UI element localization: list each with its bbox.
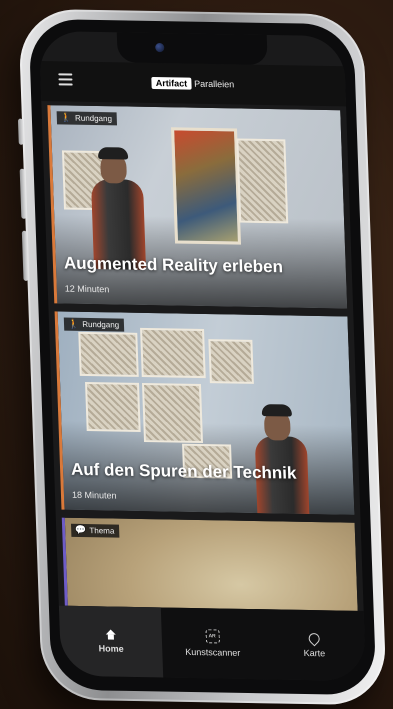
category-tag: 🚶 Rundgang [56, 111, 118, 126]
app-header: Artifact Paralleien [39, 60, 347, 107]
category-tag: 💬 Thema [70, 523, 120, 538]
app-screen: Artifact Paralleien 🚶 Rundgang Augmented… [38, 30, 367, 682]
tour-card-spuren-der-technik[interactable]: 🚶 Rundgang Auf den Spuren der Technik 18… [54, 311, 355, 515]
card-title: Augmented Reality erleben [63, 253, 284, 277]
phone-bezel: Artifact Paralleien 🚶 Rundgang Augmented… [28, 18, 377, 696]
card-image [57, 311, 355, 515]
tab-karte[interactable]: Karte [262, 609, 366, 681]
card-title: Auf den Spuren der Technik [70, 459, 297, 483]
artwork-print [236, 138, 289, 224]
walking-person-icon: 🚶 [60, 112, 73, 123]
tab-kunstscanner-label: Kunstscanner [185, 646, 241, 658]
visitor-figure [245, 400, 319, 515]
category-tag-label: Thema [89, 526, 115, 536]
phone-frame: Artifact Paralleien 🚶 Rundgang Augmented… [17, 8, 387, 706]
tour-card-augmented-reality[interactable]: 🚶 Rundgang Augmented Reality erleben 12 … [47, 105, 348, 309]
category-tag-label: Rundgang [74, 113, 113, 124]
volume-down-button [21, 230, 29, 281]
card-image [50, 105, 348, 309]
notch [116, 32, 268, 65]
artwork-print [141, 382, 204, 444]
walking-person-icon: 🚶 [67, 318, 80, 329]
silent-switch [17, 118, 24, 145]
marketing-backdrop: Artifact Paralleien 🚶 Rundgang Augmented… [0, 0, 393, 709]
card-duration: 12 Minuten [64, 283, 110, 295]
bottom-tab-bar: Home AR Kunstscanner Karte [58, 605, 367, 682]
artwork-print [208, 339, 254, 384]
front-camera-icon [154, 42, 164, 53]
category-tag-label: Rundgang [82, 319, 120, 330]
card-duration: 18 Minuten [71, 489, 117, 501]
brand-logo-mark: Artifact [151, 76, 192, 90]
artwork-print [140, 327, 206, 379]
artwork-print [78, 331, 139, 377]
topic-card[interactable]: 💬 Thema [61, 517, 361, 611]
speech-bubble-icon: 💬 [75, 524, 87, 536]
hamburger-menu-icon[interactable] [58, 73, 73, 86]
ar-scan-icon: AR [204, 629, 220, 644]
artwork-painting [171, 127, 242, 245]
brand-logo[interactable]: Artifact Paralleien [151, 76, 235, 90]
brand-logo-suffix: Paralleien [194, 78, 235, 90]
tab-karte-label: Karte [303, 647, 326, 658]
map-pin-icon [306, 630, 322, 646]
artwork-print [85, 381, 141, 432]
tab-home-label: Home [98, 643, 124, 654]
home-icon [105, 629, 115, 639]
category-tag: 🚶 Rundgang [63, 317, 125, 332]
tab-home[interactable]: Home [58, 605, 163, 678]
volume-up-button [19, 168, 27, 219]
content-feed[interactable]: 🚶 Rundgang Augmented Reality erleben 12 … [41, 101, 363, 611]
tab-kunstscanner[interactable]: AR Kunstscanner [160, 607, 264, 679]
